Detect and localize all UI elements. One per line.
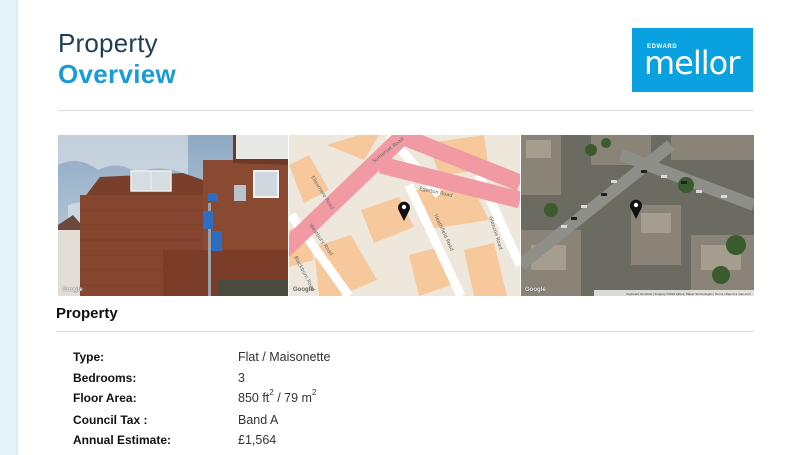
property-label: Type: [73, 350, 105, 364]
property-row-type: Type: Flat / Maisonette [73, 350, 573, 370]
property-value: 3 [238, 371, 245, 385]
header-divider [58, 110, 754, 111]
street-view-image: Google [58, 135, 288, 296]
satellite-watermark: Google [525, 287, 546, 293]
property-label: Bedrooms: [73, 371, 137, 385]
section-heading-property: Property [56, 305, 118, 322]
street-view-illustration [58, 135, 288, 296]
logo-main-text: mellor [644, 44, 740, 82]
street-map-illustration: Ellesmere Road Somerset Road Egerton Roa… [289, 135, 520, 296]
property-value: £1,564 [238, 433, 277, 447]
property-label: Annual Estimate: [73, 433, 172, 447]
page-title-line2: Overview [58, 59, 177, 89]
document-page: Property Overview EDWARD mellor Google E… [18, 0, 793, 455]
property-row-floor-area: Floor Area: 850 ft2 / 79 m2 [73, 388, 573, 411]
page-title-line1: Property [58, 28, 158, 58]
map-watermark: Google [293, 287, 314, 293]
street-view-watermark: Google [62, 287, 83, 293]
satellite-copyright: Keyboard shortcuts | Imagery ©2024 Airbu… [626, 292, 751, 296]
floor-area-separator: / [273, 391, 285, 405]
satellite-image: Google Keyboard shortcuts | Imagery ©202… [521, 135, 754, 296]
property-value: Band A [238, 413, 279, 427]
floor-area-m: 79 m [284, 391, 312, 405]
property-row-annual-estimate: Annual Estimate: £1,564 [73, 433, 573, 453]
property-row-council-tax: Council Tax : Band A [73, 413, 573, 433]
edward-mellor-logo: EDWARD mellor [632, 28, 753, 92]
street-map-image: Ellesmere Road Somerset Road Egerton Roa… [289, 135, 520, 296]
property-label: Council Tax : [73, 413, 148, 427]
property-row-bedrooms: Bedrooms: 3 [73, 371, 573, 391]
property-label: Floor Area: [73, 391, 137, 405]
property-value: Flat / Maisonette [238, 350, 331, 364]
property-value-floor-area: 850 ft2 / 79 m2 [238, 388, 317, 405]
floor-area-ft-exponent: 2 [269, 388, 274, 397]
satellite-illustration [521, 135, 754, 296]
floor-area-ft: 850 ft [238, 391, 270, 405]
section-divider [56, 331, 754, 332]
floor-area-m-exponent: 2 [311, 388, 317, 397]
